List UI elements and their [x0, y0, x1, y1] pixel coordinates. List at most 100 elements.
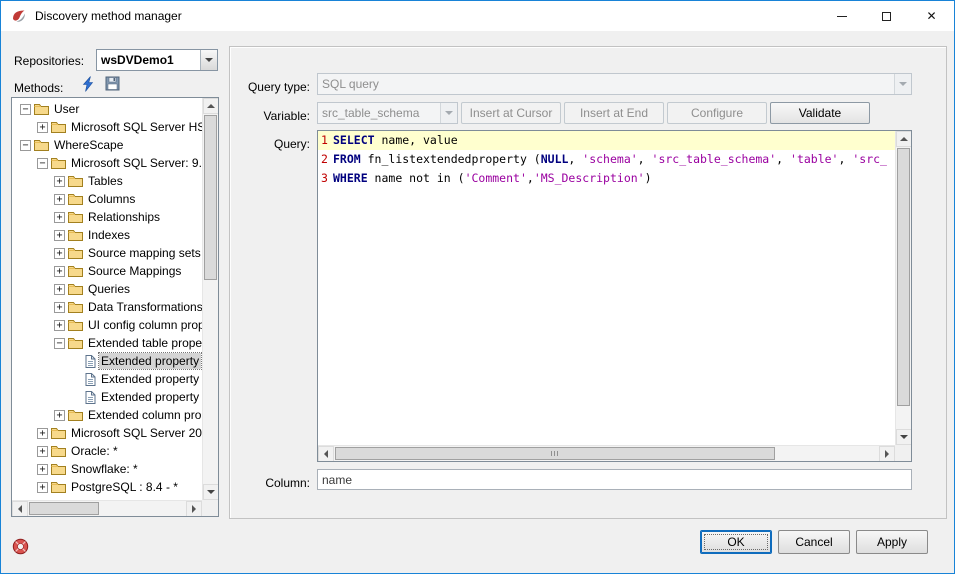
collapse-minus-icon[interactable]: − — [20, 140, 31, 151]
tree-item[interactable]: +Extended column prop — [12, 406, 202, 424]
tree-item[interactable]: −Extended table propert — [12, 334, 202, 352]
expand-plus-icon[interactable]: + — [54, 320, 65, 331]
tree-item-label: Oracle: * — [69, 443, 120, 459]
scroll-right-button[interactable] — [186, 501, 202, 517]
scroll-left-button[interactable] — [318, 446, 334, 462]
titlebar[interactable]: Discovery method manager ✕ — [1, 1, 954, 31]
scroll-down-button[interactable] — [896, 429, 912, 445]
tree-item[interactable]: Extended property — [12, 370, 202, 388]
tree-item[interactable]: +Snowflake: * — [12, 460, 202, 478]
dropdown-arrow-icon[interactable] — [200, 50, 217, 70]
editor-horizontal-scrollbar[interactable] — [318, 445, 895, 461]
collapse-minus-icon[interactable]: − — [37, 158, 48, 169]
scroll-up-button[interactable] — [203, 98, 219, 114]
tree-horizontal-scrollbar[interactable] — [12, 500, 202, 516]
tree-item-label: Microsoft SQL Server HS: S — [69, 119, 202, 135]
scroll-down-button[interactable] — [203, 484, 219, 500]
folder-icon — [68, 175, 83, 187]
help-buoy-icon[interactable] — [12, 538, 29, 555]
window-controls: ✕ — [819, 1, 954, 31]
tree-item[interactable]: Extended property — [12, 388, 202, 406]
tree-item-label: WhereScape — [52, 137, 125, 153]
query-editor[interactable]: 1SELECT name, value2FROM fn_listextended… — [317, 130, 912, 462]
expand-plus-icon[interactable]: + — [54, 248, 65, 259]
code-line[interactable]: 2FROM fn_listextendedproperty (NULL, 'sc… — [318, 150, 895, 169]
collapse-minus-icon[interactable]: − — [20, 104, 31, 115]
folder-icon — [51, 445, 66, 457]
scroll-thumb[interactable] — [29, 502, 99, 515]
folder-icon — [34, 103, 49, 115]
tree-item[interactable]: −User — [12, 100, 202, 118]
variable-label: Variable: — [232, 108, 310, 124]
tree-item[interactable]: + Oracle: * — [12, 442, 202, 460]
editor-vertical-scrollbar[interactable] — [895, 131, 911, 445]
column-field[interactable]: name — [317, 469, 912, 490]
tree-item-label: Microsoft SQL Server 2000 — [69, 425, 202, 441]
tree-item[interactable]: −Microsoft SQL Server: 9.0 - — [12, 154, 202, 172]
repositories-label: Repositories: — [14, 53, 84, 69]
expand-plus-icon[interactable]: + — [54, 284, 65, 295]
expand-plus-icon[interactable]: + — [54, 230, 65, 241]
cancel-button[interactable]: Cancel — [778, 530, 850, 554]
scroll-thumb[interactable] — [204, 115, 217, 280]
expand-plus-icon[interactable]: + — [37, 464, 48, 475]
scroll-thumb[interactable] — [335, 447, 775, 460]
expand-plus-icon[interactable]: + — [54, 410, 65, 421]
expand-plus-icon[interactable]: + — [37, 446, 48, 457]
validate-button[interactable]: Validate — [770, 102, 870, 124]
window-title: Discovery method manager — [35, 9, 182, 23]
query-type-dropdown: SQL query — [317, 73, 912, 95]
tree-vertical-scrollbar[interactable] — [202, 98, 218, 500]
tree-item[interactable]: − WhereScape — [12, 136, 202, 154]
ok-button[interactable]: OK — [700, 530, 772, 554]
tree-item[interactable]: + Columns — [12, 190, 202, 208]
folder-icon — [51, 481, 66, 493]
tree-item[interactable]: + Microsoft SQL Server 2000 — [12, 424, 202, 442]
tree-item-label: Extended property — [99, 389, 201, 405]
tree-item[interactable]: +Queries — [12, 280, 202, 298]
tree-item[interactable]: +Source mapping sets — [12, 244, 202, 262]
close-icon: ✕ — [926, 10, 936, 22]
repositories-dropdown[interactable]: wsDVDemo1 — [96, 49, 218, 71]
close-button[interactable]: ✕ — [909, 1, 954, 31]
tree-item[interactable]: +Data Transformations — [12, 298, 202, 316]
tree-item-label: Extended property — [99, 371, 201, 387]
tree-item[interactable]: +Relationships — [12, 208, 202, 226]
folder-icon — [68, 247, 83, 259]
sync-icon[interactable] — [81, 76, 97, 92]
tree-item[interactable]: Extended property — [12, 352, 202, 370]
query-editor-lines[interactable]: 1SELECT name, value2FROM fn_listextended… — [318, 131, 895, 445]
collapse-minus-icon[interactable]: − — [54, 338, 65, 349]
scroll-thumb[interactable] — [897, 148, 910, 406]
expand-plus-icon[interactable]: + — [54, 176, 65, 187]
scroll-up-button[interactable] — [896, 131, 912, 147]
tree-item-label: Source Mappings — [86, 263, 183, 279]
save-icon[interactable] — [105, 76, 121, 92]
apply-button[interactable]: Apply — [856, 530, 928, 554]
maximize-button[interactable] — [864, 1, 909, 31]
tree-item[interactable]: +Indexes — [12, 226, 202, 244]
expand-plus-icon[interactable]: + — [37, 482, 48, 493]
expand-plus-icon[interactable]: + — [54, 266, 65, 277]
tree-item[interactable]: + Microsoft SQL Server HS: S — [12, 118, 202, 136]
tree-item-label: PostgreSQL : 8.4 - * — [69, 479, 180, 495]
tree-item-label: Tables — [86, 173, 125, 189]
document-icon — [85, 355, 96, 368]
discovery-method-manager-dialog: Discovery method manager ✕ Repositories:… — [0, 0, 955, 574]
code-line[interactable]: 3WHERE name not in ('Comment','MS_Descri… — [318, 169, 895, 188]
scroll-left-button[interactable] — [12, 501, 28, 517]
expand-plus-icon[interactable]: + — [54, 194, 65, 205]
expand-plus-icon[interactable]: + — [54, 212, 65, 223]
tree-item[interactable]: + Tables — [12, 172, 202, 190]
tree-item[interactable]: + PostgreSQL : 8.4 - * — [12, 478, 202, 496]
folder-icon — [51, 427, 66, 439]
expand-plus-icon[interactable]: + — [54, 302, 65, 313]
tree-item-label: Columns — [86, 191, 137, 207]
expand-plus-icon[interactable]: + — [37, 428, 48, 439]
tree-item[interactable]: +UI config column prope — [12, 316, 202, 334]
expand-plus-icon[interactable]: + — [37, 122, 48, 133]
tree-item[interactable]: + Source Mappings — [12, 262, 202, 280]
scroll-right-button[interactable] — [879, 446, 895, 462]
code-line[interactable]: 1SELECT name, value — [318, 131, 895, 150]
minimize-button[interactable] — [819, 1, 864, 31]
